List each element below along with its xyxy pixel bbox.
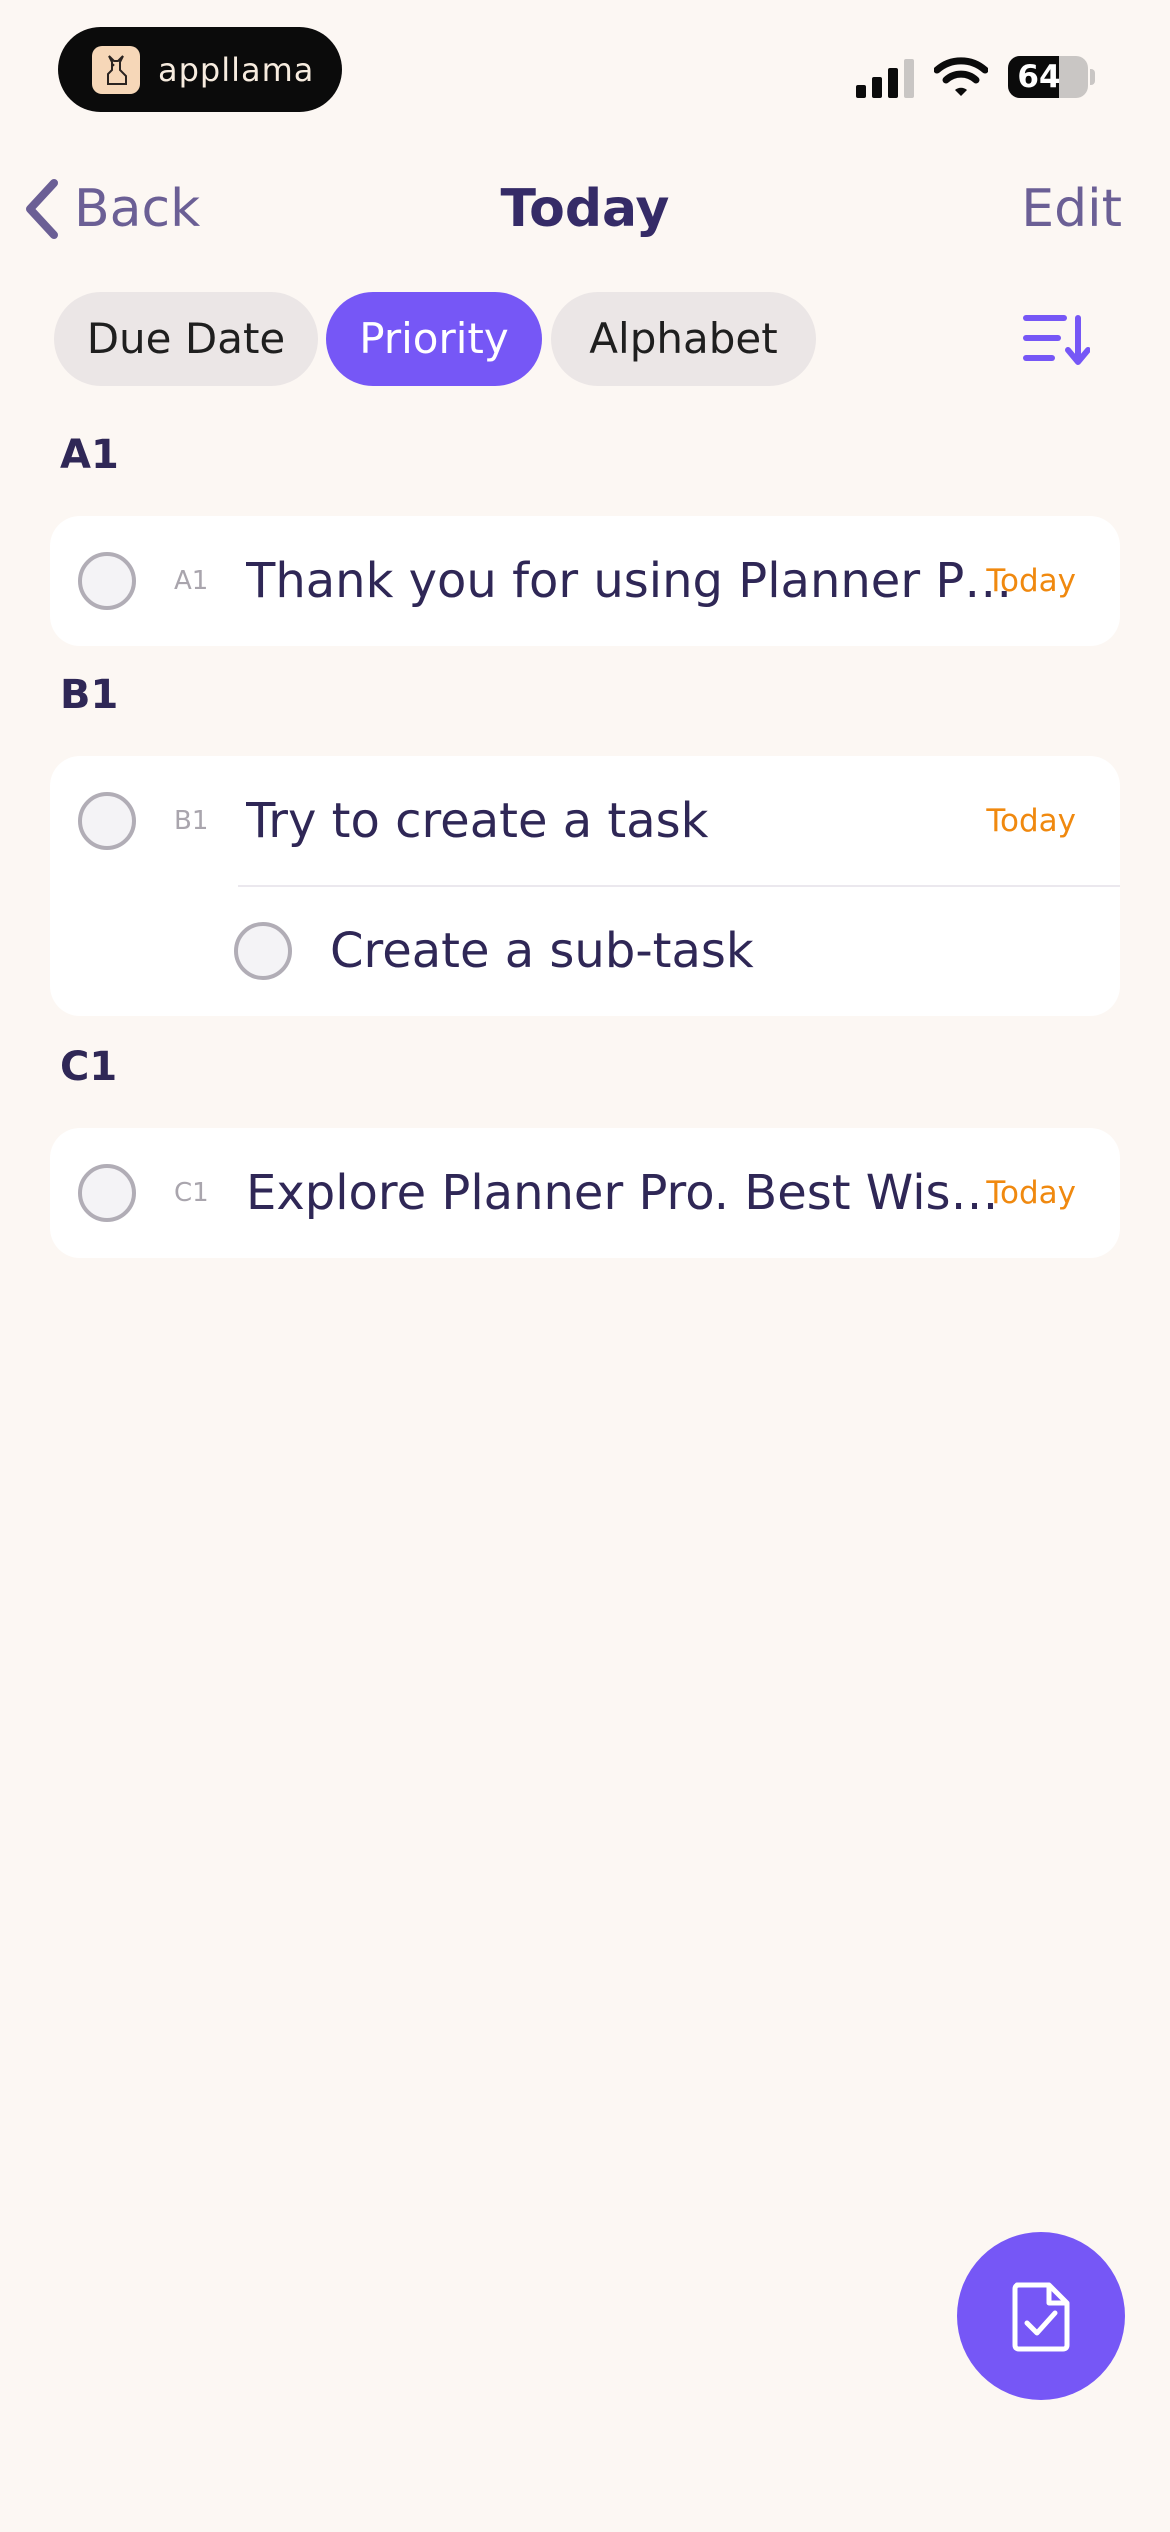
battery-icon: 64 [1008, 56, 1088, 98]
sort-chip-alphabet[interactable]: Alphabet [551, 292, 816, 386]
sort-order-icon[interactable] [1022, 312, 1090, 366]
battery-cap [1090, 69, 1095, 85]
document-check-icon [1012, 2282, 1070, 2352]
task-title[interactable]: Thank you for using Planner P… [246, 516, 1026, 646]
wifi-icon [934, 57, 988, 96]
cellular-signal-icon [856, 59, 914, 98]
app-badge: appllama [58, 27, 342, 112]
task-card: C1 Explore Planner Pro. Best Wis… Today [50, 1128, 1120, 1258]
task-due-date: Today [986, 1175, 1076, 1211]
edit-button[interactable]: Edit [1021, 172, 1122, 246]
subtask-title[interactable]: Create a sub-task [330, 886, 1070, 1016]
app-badge-label: appllama [158, 50, 315, 89]
subtask-row[interactable]: Create a sub-task [50, 886, 1120, 1016]
task-card: A1 Thank you for using Planner P… Today [50, 516, 1120, 646]
section-header-a1: A1 [60, 432, 119, 478]
task-row[interactable]: B1 Try to create a task Today [50, 756, 1120, 886]
task-card: B1 Try to create a task Today Create a s… [50, 756, 1120, 1016]
section-header-c1: C1 [60, 1044, 118, 1090]
sort-chip-due-date[interactable]: Due Date [54, 292, 318, 386]
status-bar: appllama 64 [0, 0, 1170, 150]
back-button-label: Back [74, 179, 201, 239]
llama-logo-icon [92, 45, 140, 94]
task-title[interactable]: Explore Planner Pro. Best Wis… [246, 1128, 1006, 1258]
task-title[interactable]: Try to create a task [246, 756, 966, 886]
task-priority: A1 [174, 566, 209, 596]
task-checkbox[interactable] [78, 792, 136, 850]
subtask-checkbox[interactable] [234, 922, 292, 980]
section-header-b1: B1 [60, 672, 119, 718]
new-task-button[interactable] [957, 2232, 1125, 2400]
battery-percent: 64 [1017, 59, 1061, 95]
task-due-date: Today [986, 563, 1076, 599]
back-button[interactable]: Back [22, 172, 200, 246]
task-row[interactable]: C1 Explore Planner Pro. Best Wis… Today [50, 1128, 1120, 1258]
task-checkbox[interactable] [78, 552, 136, 610]
chevron-left-icon [26, 179, 58, 239]
task-priority: C1 [174, 1178, 209, 1208]
task-row[interactable]: A1 Thank you for using Planner P… Today [50, 516, 1120, 646]
task-priority: B1 [174, 806, 209, 836]
task-due-date: Today [986, 803, 1076, 839]
task-checkbox[interactable] [78, 1164, 136, 1222]
sort-chip-priority[interactable]: Priority [326, 292, 542, 386]
